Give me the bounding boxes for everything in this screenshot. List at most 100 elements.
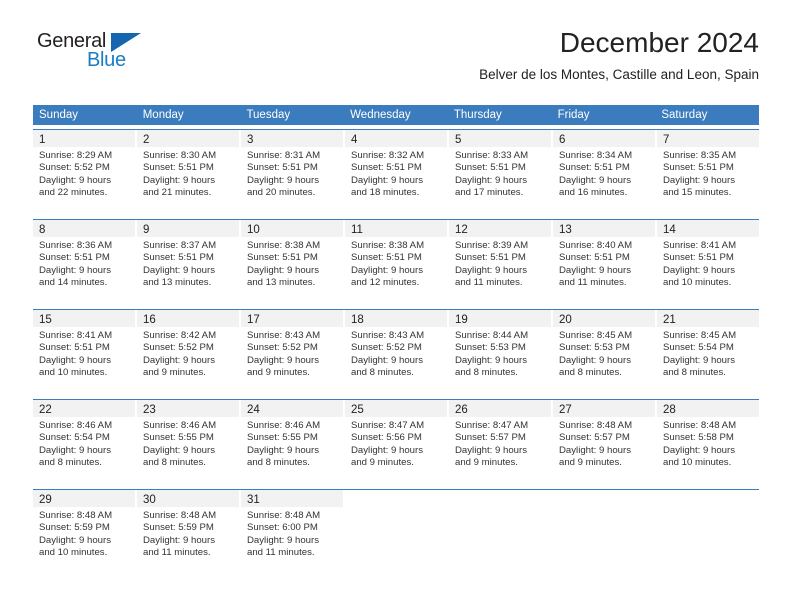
day-number: 22 xyxy=(39,404,52,416)
sunset-text: Sunset: 5:51 PM xyxy=(247,162,318,174)
day-number-band: 3 xyxy=(241,130,343,147)
day-details: Sunrise: 8:48 AM Sunset: 5:58 PM Dayligh… xyxy=(657,417,759,470)
day-number: 21 xyxy=(663,314,676,326)
day-number: 23 xyxy=(143,404,156,416)
daylight-text-line2: and 8 minutes. xyxy=(559,367,622,379)
sunset-text: Sunset: 5:51 PM xyxy=(559,162,630,174)
day-cell[interactable]: 13 Sunrise: 8:40 AM Sunset: 5:51 PM Dayl… xyxy=(553,220,655,305)
weekday-friday: Friday xyxy=(557,109,590,121)
day-number: 24 xyxy=(247,404,260,416)
daylight-text-line2: and 20 minutes. xyxy=(247,187,316,199)
sunset-text: Sunset: 5:58 PM xyxy=(663,432,734,444)
sunrise-text: Sunrise: 8:33 AM xyxy=(455,150,529,161)
sunrise-text: Sunrise: 8:37 AM xyxy=(143,240,217,251)
day-cell[interactable]: 28 Sunrise: 8:48 AM Sunset: 5:58 PM Dayl… xyxy=(657,400,759,485)
day-cell[interactable]: 16 Sunrise: 8:42 AM Sunset: 5:52 PM Dayl… xyxy=(137,310,239,395)
day-details: Sunrise: 8:41 AM Sunset: 5:51 PM Dayligh… xyxy=(657,237,759,290)
sunrise-text: Sunrise: 8:48 AM xyxy=(663,420,737,431)
day-number-band: 26 xyxy=(449,400,551,417)
day-number-band: 23 xyxy=(137,400,239,417)
day-cell[interactable]: 11 Sunrise: 8:38 AM Sunset: 5:51 PM Dayl… xyxy=(345,220,447,305)
day-cell[interactable]: 8 Sunrise: 8:36 AM Sunset: 5:51 PM Dayli… xyxy=(33,220,135,305)
sunrise-text: Sunrise: 8:47 AM xyxy=(455,420,529,431)
daylight-text-line1: Daylight: 9 hours xyxy=(351,264,423,276)
daylight-text-line1: Daylight: 9 hours xyxy=(143,534,215,546)
sunset-text: Sunset: 5:51 PM xyxy=(143,252,214,264)
sunrise-text: Sunrise: 8:32 AM xyxy=(351,150,425,161)
day-number-band: 4 xyxy=(345,130,447,147)
calendar-grid: Sunday Monday Tuesday Wednesday Thursday… xyxy=(33,105,759,575)
day-cell[interactable]: 31 Sunrise: 8:48 AM Sunset: 6:00 PM Dayl… xyxy=(241,490,343,575)
weekday-wednesday: Wednesday xyxy=(350,109,411,121)
day-cell[interactable]: 22 Sunrise: 8:46 AM Sunset: 5:54 PM Dayl… xyxy=(33,400,135,485)
week-row: 29 Sunrise: 8:48 AM Sunset: 5:59 PM Dayl… xyxy=(33,489,759,575)
day-cell[interactable]: 6 Sunrise: 8:34 AM Sunset: 5:51 PM Dayli… xyxy=(553,130,655,215)
day-details: Sunrise: 8:46 AM Sunset: 5:54 PM Dayligh… xyxy=(33,417,135,470)
day-cell[interactable]: 15 Sunrise: 8:41 AM Sunset: 5:51 PM Dayl… xyxy=(33,310,135,395)
sunset-text: Sunset: 5:53 PM xyxy=(455,342,526,354)
sunrise-text: Sunrise: 8:46 AM xyxy=(143,420,217,431)
day-cell[interactable]: 30 Sunrise: 8:48 AM Sunset: 5:59 PM Dayl… xyxy=(137,490,239,575)
day-cell[interactable]: 29 Sunrise: 8:48 AM Sunset: 5:59 PM Dayl… xyxy=(33,490,135,575)
day-details: Sunrise: 8:38 AM Sunset: 5:51 PM Dayligh… xyxy=(345,237,447,290)
sunrise-text: Sunrise: 8:39 AM xyxy=(455,240,529,251)
day-cell[interactable]: 5 Sunrise: 8:33 AM Sunset: 5:51 PM Dayli… xyxy=(449,130,551,215)
daylight-text-line1: Daylight: 9 hours xyxy=(247,174,319,186)
day-cell[interactable]: 24 Sunrise: 8:46 AM Sunset: 5:55 PM Dayl… xyxy=(241,400,343,485)
day-cell[interactable]: 3 Sunrise: 8:31 AM Sunset: 5:51 PM Dayli… xyxy=(241,130,343,215)
day-number: 18 xyxy=(351,314,364,326)
day-cell[interactable]: 7 Sunrise: 8:35 AM Sunset: 5:51 PM Dayli… xyxy=(657,130,759,215)
day-number: 6 xyxy=(559,134,566,146)
day-number: 2 xyxy=(143,134,150,146)
sunset-text: Sunset: 5:59 PM xyxy=(143,522,214,534)
day-details: Sunrise: 8:33 AM Sunset: 5:51 PM Dayligh… xyxy=(449,147,551,200)
daylight-text-line1: Daylight: 9 hours xyxy=(663,444,735,456)
sunset-text: Sunset: 6:00 PM xyxy=(247,522,318,534)
day-details: Sunrise: 8:47 AM Sunset: 5:56 PM Dayligh… xyxy=(345,417,447,470)
day-number: 12 xyxy=(455,224,468,236)
day-number: 13 xyxy=(559,224,572,236)
day-number: 9 xyxy=(143,224,150,236)
weekday-monday: Monday xyxy=(142,109,184,121)
sunrise-text: Sunrise: 8:42 AM xyxy=(143,330,217,341)
day-cell[interactable]: 12 Sunrise: 8:39 AM Sunset: 5:51 PM Dayl… xyxy=(449,220,551,305)
daylight-text-line2: and 11 minutes. xyxy=(143,547,211,559)
day-number: 11 xyxy=(351,224,363,236)
daylight-text-line2: and 11 minutes. xyxy=(247,547,315,559)
day-cell[interactable]: 18 Sunrise: 8:43 AM Sunset: 5:52 PM Dayl… xyxy=(345,310,447,395)
day-number: 17 xyxy=(247,314,260,326)
sunset-text: Sunset: 5:59 PM xyxy=(39,522,110,534)
day-cell[interactable]: 4 Sunrise: 8:32 AM Sunset: 5:51 PM Dayli… xyxy=(345,130,447,215)
day-number-band: 24 xyxy=(241,400,343,417)
daylight-text-line2: and 8 minutes. xyxy=(663,367,726,379)
day-cell[interactable]: 2 Sunrise: 8:30 AM Sunset: 5:51 PM Dayli… xyxy=(137,130,239,215)
day-cell[interactable]: 23 Sunrise: 8:46 AM Sunset: 5:55 PM Dayl… xyxy=(137,400,239,485)
daylight-text-line2: and 9 minutes. xyxy=(559,457,622,469)
daylight-text-line1: Daylight: 9 hours xyxy=(247,264,319,276)
sunset-text: Sunset: 5:51 PM xyxy=(247,252,318,264)
sunrise-text: Sunrise: 8:48 AM xyxy=(143,510,217,521)
day-cell[interactable]: 21 Sunrise: 8:45 AM Sunset: 5:54 PM Dayl… xyxy=(657,310,759,395)
day-details: Sunrise: 8:43 AM Sunset: 5:52 PM Dayligh… xyxy=(241,327,343,380)
day-number-band: 21 xyxy=(657,310,759,327)
day-cell[interactable]: 9 Sunrise: 8:37 AM Sunset: 5:51 PM Dayli… xyxy=(137,220,239,305)
sunrise-text: Sunrise: 8:47 AM xyxy=(351,420,425,431)
sunrise-text: Sunrise: 8:29 AM xyxy=(39,150,113,161)
day-cell[interactable]: 20 Sunrise: 8:45 AM Sunset: 5:53 PM Dayl… xyxy=(553,310,655,395)
day-cell[interactable]: 14 Sunrise: 8:41 AM Sunset: 5:51 PM Dayl… xyxy=(657,220,759,305)
day-cell[interactable]: 1 Sunrise: 8:29 AM Sunset: 5:52 PM Dayli… xyxy=(33,130,135,215)
calendar-page: General Blue December 2024 Belver de los… xyxy=(0,0,792,612)
day-cell[interactable]: 26 Sunrise: 8:47 AM Sunset: 5:57 PM Dayl… xyxy=(449,400,551,485)
day-cell[interactable]: 25 Sunrise: 8:47 AM Sunset: 5:56 PM Dayl… xyxy=(345,400,447,485)
day-cell[interactable]: 19 Sunrise: 8:44 AM Sunset: 5:53 PM Dayl… xyxy=(449,310,551,395)
day-cell[interactable]: 10 Sunrise: 8:38 AM Sunset: 5:51 PM Dayl… xyxy=(241,220,343,305)
day-details: Sunrise: 8:35 AM Sunset: 5:51 PM Dayligh… xyxy=(657,147,759,200)
daylight-text-line2: and 18 minutes. xyxy=(351,187,420,199)
day-cell[interactable]: 27 Sunrise: 8:48 AM Sunset: 5:57 PM Dayl… xyxy=(553,400,655,485)
sunset-text: Sunset: 5:57 PM xyxy=(455,432,526,444)
sunrise-text: Sunrise: 8:38 AM xyxy=(247,240,321,251)
sunrise-text: Sunrise: 8:41 AM xyxy=(39,330,113,341)
day-cell[interactable]: 17 Sunrise: 8:43 AM Sunset: 5:52 PM Dayl… xyxy=(241,310,343,395)
day-number: 31 xyxy=(247,494,260,506)
daylight-text-line2: and 14 minutes. xyxy=(39,277,108,289)
